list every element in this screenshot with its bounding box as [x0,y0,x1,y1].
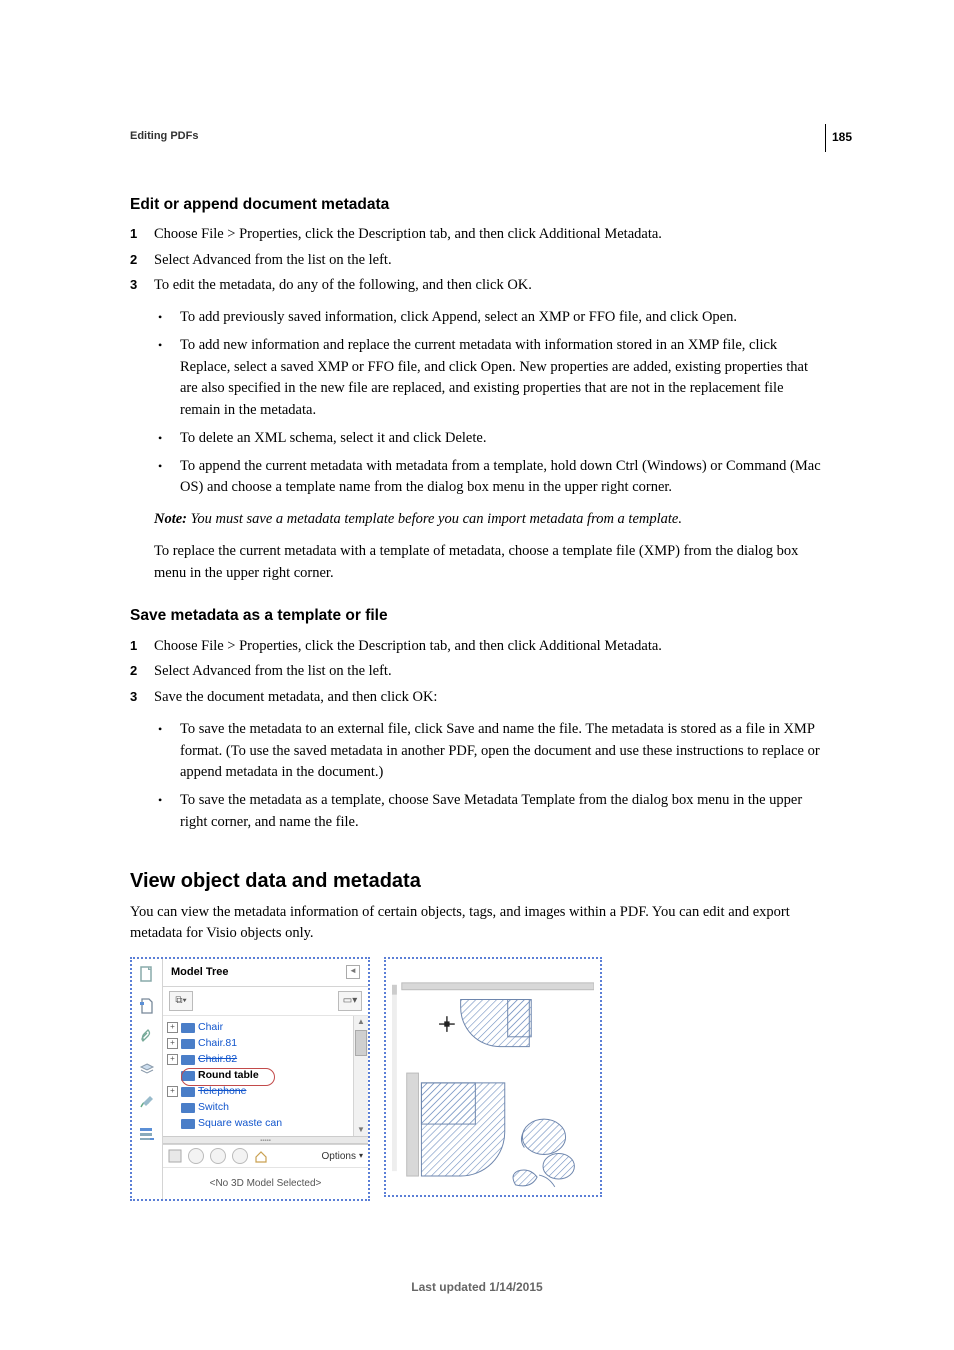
bookmarks-icon[interactable] [138,997,156,1015]
footer-last-updated: Last updated 1/14/2015 [0,1278,954,1296]
tree-save-button[interactable]: ▭▾ [338,991,362,1011]
bullet-1b: •To save the metadata to an external fil… [154,719,824,784]
visio-object-icon [181,1055,195,1065]
scroll-up-icon[interactable]: ▲ [355,1016,367,1028]
steps-save-metadata: 1Choose File > Properties, click the Des… [130,636,824,709]
attachments-icon[interactable] [138,1029,156,1047]
tree-item-label: Telephone [198,1084,246,1100]
body-view-object-data: You can view the metadata information of… [130,902,824,946]
tree-item-label: Chair [198,1020,223,1036]
scroll-down-icon[interactable]: ▼ [355,1124,367,1136]
tree-item-label: Square waste can [198,1116,282,1132]
tree-view-mode-button[interactable]: ⧉▾ [169,991,193,1011]
tree-item-label: Chair.82 [198,1052,237,1068]
tree-row[interactable]: Square waste can [167,1116,349,1132]
step-2-text: Select Advanced from the list on the lef… [154,250,824,272]
step-3-text: To edit the metadata, do any of the foll… [154,275,824,297]
tree-item-label: Round table [198,1068,259,1084]
note-label: Note: [154,511,187,527]
step-1b-text: Choose File > Properties, click the Desc… [154,636,824,658]
bullet-2b-text: To save the metadata as a template, choo… [180,790,824,834]
note-block: Note: You must save a metadata template … [154,509,824,531]
selection-crosshair [439,1016,455,1032]
steps-edit-append: 1Choose File > Properties, click the Des… [130,224,824,297]
breadcrumb: Editing PDFs [130,128,824,145]
heading-view-object-data: View object data and metadata [130,866,824,896]
bullet-3: •To delete an XML schema, select it and … [154,428,824,450]
tree-row-selected[interactable]: Round table [167,1068,349,1084]
bullet-3-text: To delete an XML schema, select it and c… [180,428,824,450]
model-tree-panel: Model Tree ◄ ⧉▾ ▭▾ +Chair +Chair.81 +Cha… [130,957,370,1201]
visio-object-icon [181,1039,195,1049]
document-view-panel [384,957,602,1197]
visio-object-icon [181,1087,195,1097]
visio-object-icon [181,1071,195,1081]
step-1b: 1Choose File > Properties, click the Des… [130,636,824,658]
tree-row[interactable]: +Telephone [167,1084,349,1100]
after-note-paragraph: To replace the current metadata with a t… [154,541,824,585]
page: 185 Editing PDFs Edit or append document… [0,0,954,1350]
signatures-icon[interactable] [138,1093,156,1111]
cube-icon[interactable] [168,1149,182,1163]
bullet-4: •To append the current metadata with met… [154,456,824,500]
note-text: You must save a metadata template before… [187,511,682,527]
tree-header: Model Tree ◄ [163,959,368,987]
heading-save-metadata: Save metadata as a template or file [130,604,824,627]
scrollbar[interactable]: ▲ ▼ [353,1016,368,1137]
bullet-1: •To add previously saved information, cl… [154,307,824,329]
step-1: 1Choose File > Properties, click the Des… [130,224,824,246]
tree-area: Model Tree ◄ ⧉▾ ▭▾ +Chair +Chair.81 +Cha… [163,959,368,1199]
navigation-pane-buttons [132,959,163,1199]
figure-model-tree: Model Tree ◄ ⧉▾ ▭▾ +Chair +Chair.81 +Cha… [130,957,824,1201]
scroll-thumb[interactable] [355,1030,367,1056]
tree-row[interactable]: +Chair.82 [167,1052,349,1068]
tree-title: Model Tree [171,964,228,981]
bullet-2b: •To save the metadata as a template, cho… [154,790,824,834]
bullet-2-text: To add new information and replace the c… [180,335,824,422]
visio-object-icon [181,1103,195,1113]
bullet-1-text: To add previously saved information, cli… [180,307,824,329]
bullet-1b-text: To save the metadata to an external file… [180,719,824,784]
office-floor-plan [392,965,594,1189]
layers-icon[interactable] [138,1061,156,1079]
page-thumbnails-icon[interactable] [138,965,156,983]
page-number-rule [825,124,826,152]
visio-object-icon [181,1119,195,1129]
model-tree-icon[interactable] [138,1125,156,1143]
no-model-selected-label: <No 3D Model Selected> [163,1167,368,1199]
circle-icon-1[interactable] [188,1148,204,1164]
tree-row[interactable]: +Chair [167,1020,349,1036]
collapse-panel-icon[interactable]: ◄ [346,965,360,979]
circle-icon-3[interactable] [232,1148,248,1164]
tree-toolbar: ⧉▾ ▭▾ [163,987,368,1016]
bullets-save-metadata: •To save the metadata to an external fil… [154,719,824,834]
home-icon[interactable] [254,1149,268,1163]
visio-object-icon [181,1023,195,1033]
bullets-edit-append: •To add previously saved information, cl… [154,307,824,499]
splitter-handle[interactable]: ▪▪▪▪▪ [163,1136,368,1144]
tree-list[interactable]: +Chair +Chair.81 +Chair.82 Round table +… [163,1016,353,1137]
step-3b: 3Save the document metadata, and then cl… [130,687,824,709]
step-3: 3To edit the metadata, do any of the fol… [130,275,824,297]
step-3b-text: Save the document metadata, and then cli… [154,687,824,709]
tree-item-label: Switch [198,1100,229,1116]
bullet-4-text: To append the current metadata with meta… [180,456,824,500]
tree-bottom-bar: Options [163,1144,368,1167]
options-menu[interactable]: Options [322,1149,363,1164]
step-1-text: Choose File > Properties, click the Desc… [154,224,824,246]
tree-item-label: Chair.81 [198,1036,237,1052]
step-2b-text: Select Advanced from the list on the lef… [154,661,824,683]
heading-edit-append: Edit or append document metadata [130,193,824,216]
step-2b: 2Select Advanced from the list on the le… [130,661,824,683]
bullet-2: •To add new information and replace the … [154,335,824,422]
step-2: 2Select Advanced from the list on the le… [130,250,824,272]
tree-row[interactable]: +Chair.81 [167,1036,349,1052]
page-number: 185 [832,128,852,146]
circle-icon-2[interactable] [210,1148,226,1164]
tree-row[interactable]: Switch [167,1100,349,1116]
